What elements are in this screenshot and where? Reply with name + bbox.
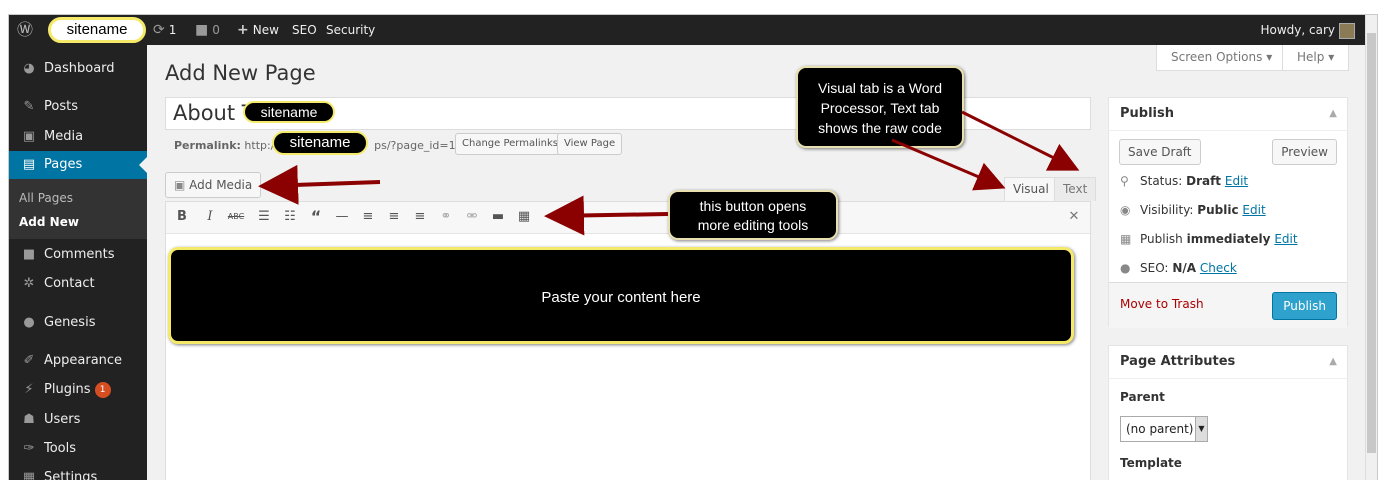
arrow-to-visual-tab <box>891 138 1006 191</box>
annotation-arrows <box>258 110 1080 236</box>
arrow-to-toolbar-toggle <box>544 195 669 236</box>
arrow-to-add-media <box>258 164 381 205</box>
arrow-to-text-tab <box>961 110 1080 171</box>
